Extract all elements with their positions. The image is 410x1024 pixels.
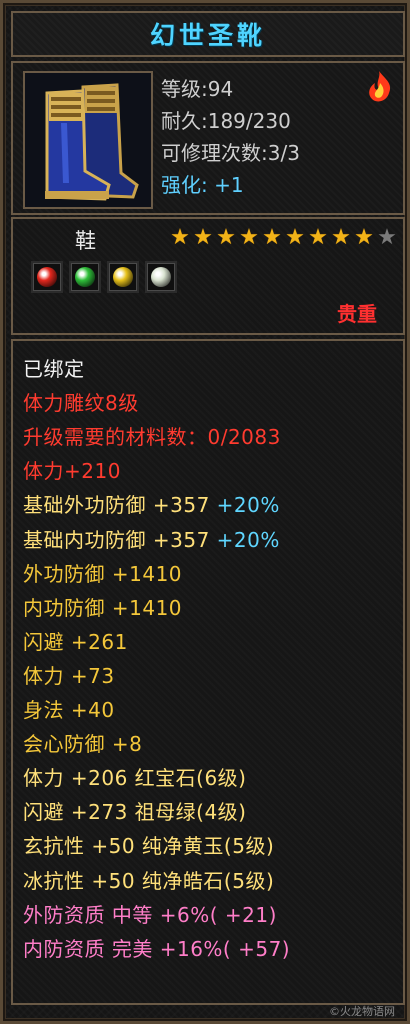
stat-text: 体力雕纹8级 [23, 391, 139, 416]
level-text: 等级:94 [161, 77, 234, 101]
item-name: 幻世圣靴 [149, 21, 266, 50]
star-filled-icon: ★ [262, 225, 282, 250]
stat-text: 外功防御 +1410 [23, 561, 183, 586]
stat-text: 冰抗性 +50 纯净皓石(5级) [23, 868, 275, 893]
star-filled-icon: ★ [331, 225, 351, 250]
stat-line: 玄抗性 +50 纯净黄玉(5级) [23, 830, 274, 859]
stats-panel: 已绑定体力雕纹8级升级需要的材料数：0/2083 体力+210 基础外功防御 +35… [11, 339, 405, 1005]
star-filled-icon: ★ [239, 225, 259, 250]
stat-text: 升级需要的材料数：0/2083 [23, 425, 281, 450]
white-gem-icon[interactable] [145, 261, 177, 293]
stat-line: 内功防御 +1410 [23, 592, 182, 621]
stat-text: 外防资质 中等 +6%( +21) [23, 902, 277, 927]
stat-text: 体力+210 [23, 459, 121, 484]
stat-line: 外功防御 +1410 [23, 558, 182, 587]
watermark: ©火龙物语网 [329, 1005, 395, 1018]
stat-text: 身法 +40 [23, 698, 115, 722]
title-bar: 幻世圣靴 [11, 11, 405, 57]
stat-text: 基础内功防御 +357 [23, 527, 210, 552]
star-filled-icon: ★ [193, 225, 213, 250]
star-empty-icon: ★ [377, 225, 397, 250]
stat-text: 内功防御 +1410 [23, 595, 183, 620]
stat-text: 基础外功防御 +357 [23, 493, 210, 518]
stat-text: 已绑定 [23, 357, 85, 381]
rarity-label: 贵重 [337, 302, 377, 326]
green-gem-icon[interactable] [69, 261, 101, 293]
item-icon[interactable] [23, 71, 153, 209]
stat-line: 闪避 +273 祖母绿(4级) [23, 796, 246, 825]
enhance-text: 强化: +1 [161, 173, 244, 197]
stat-text: 内防资质 完美 +16%( +57) [23, 936, 291, 961]
item-tooltip: 幻世圣靴 等级:94 耐久:189/230 可修理次数:3/3 强化: +1 鞋… [0, 0, 410, 1024]
star-filled-icon: ★ [308, 225, 328, 250]
stat-text: 闪避 +261 [23, 629, 128, 654]
stat-line: 体力 +73 [23, 660, 115, 689]
stat-line: 体力雕纹8级 [23, 387, 139, 416]
star-filled-icon: ★ [354, 225, 374, 250]
stat-line: 闪避 +261 [23, 626, 128, 655]
stat-text: 会心防御 +8 [23, 732, 143, 757]
item-type: 鞋 [75, 229, 96, 253]
stat-line: 外防资质 中等 +6%( +21) [23, 899, 277, 928]
stat-bonus: +20% [209, 527, 280, 552]
stat-line: 身法 +40 [23, 694, 115, 723]
item-header: 等级:94 耐久:189/230 可修理次数:3/3 强化: +1 [11, 61, 405, 215]
stat-bonus: +20% [209, 493, 280, 518]
gem-slots [31, 261, 177, 293]
flame-icon [369, 71, 391, 102]
stat-line: 体力+210 [23, 455, 121, 484]
star-rating: ★ ★ ★ ★ ★ ★ ★ ★ ★ ★ [169, 227, 398, 249]
star-filled-icon: ★ [216, 225, 236, 250]
stat-text: 闪避 +273 祖母绿(4级) [23, 800, 247, 825]
durability-text: 耐久:189/230 [161, 109, 291, 133]
stat-line: 体力 +206 红宝石(6级) [23, 762, 246, 791]
star-filled-icon: ★ [285, 225, 305, 250]
stat-line: 基础外功防御 +357 +20% [23, 489, 280, 518]
yellow-gem-icon[interactable] [107, 261, 139, 293]
stat-text: 玄抗性 +50 纯净黄玉(5级) [23, 834, 275, 859]
stat-line: 内防资质 完美 +16%( +57) [23, 933, 290, 962]
star-filled-icon: ★ [170, 225, 190, 250]
boots-icon [25, 73, 151, 207]
stat-line: 基础内功防御 +357 +20% [23, 524, 280, 553]
type-panel: 鞋 ★ ★ ★ ★ ★ ★ ★ ★ ★ ★ 贵重 [11, 217, 405, 335]
stat-line: 冰抗性 +50 纯净皓石(5级) [23, 865, 274, 894]
stat-line: 会心防御 +8 [23, 728, 142, 757]
repair-count-text: 可修理次数:3/3 [161, 141, 300, 165]
stat-text: 体力 +73 [23, 663, 115, 688]
red-gem-icon[interactable] [31, 261, 63, 293]
stat-line: 已绑定 [23, 353, 85, 382]
stat-line: 升级需要的材料数：0/2083 [23, 421, 281, 450]
stat-text: 体力 +206 红宝石(6级) [23, 766, 247, 791]
